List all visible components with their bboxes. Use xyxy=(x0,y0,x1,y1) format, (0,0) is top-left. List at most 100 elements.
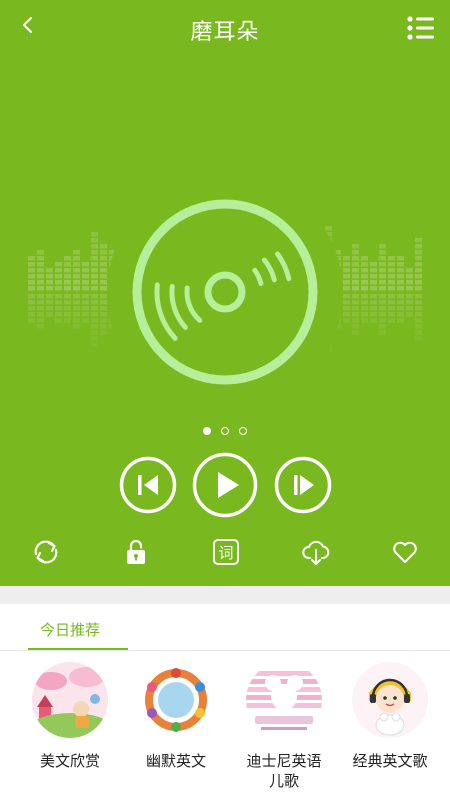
equalizer-segment xyxy=(415,250,422,255)
skip-previous-icon xyxy=(119,456,177,514)
equalizer-reflection-segment xyxy=(91,294,98,299)
equalizer-segment xyxy=(415,256,422,261)
equalizer-reflection-segment xyxy=(100,306,107,311)
equalizer-segment xyxy=(46,274,53,279)
recommendation-list: 美文欣赏 幽默英文 迪士尼英语儿歌 经典英文歌 xyxy=(0,651,450,800)
equalizer-reflection-segment xyxy=(82,300,89,305)
equalizer-segment xyxy=(91,244,98,249)
play-icon xyxy=(192,452,258,518)
equalizer-reflection-segment xyxy=(415,294,422,299)
equalizer-reflection-segment xyxy=(64,312,71,317)
pager-dot-2[interactable] xyxy=(221,427,229,435)
pager-dot-1[interactable] xyxy=(203,427,211,435)
equalizer-reflection-segment xyxy=(100,294,107,299)
equalizer-reflection-segment xyxy=(82,294,89,299)
equalizer-segment xyxy=(64,280,71,285)
equalizer-reflection-segment xyxy=(46,300,53,305)
equalizer-segment xyxy=(37,250,44,255)
action-bar: 词 xyxy=(0,534,450,570)
equalizer-reflection-segment xyxy=(73,306,80,311)
equalizer-segment xyxy=(55,280,62,285)
recommendation-label: 幽默英文 xyxy=(145,752,206,770)
recommendation-item[interactable]: 迪士尼英语儿歌 xyxy=(229,661,339,791)
heart-icon xyxy=(393,541,417,563)
equalizer-segment xyxy=(379,274,386,279)
page-title: 磨耳朵 xyxy=(190,20,260,45)
equalizer-segment xyxy=(343,280,350,285)
equalizer-reflection-segment xyxy=(352,330,359,335)
equalizer-segment xyxy=(37,280,44,285)
equalizer-reflection-segment xyxy=(388,306,395,311)
album-cover-image xyxy=(246,662,322,738)
equalizer-segment xyxy=(352,262,359,267)
previous-button[interactable] xyxy=(119,456,177,514)
equalizer-reflection-segment xyxy=(352,300,359,305)
equalizer-reflection-segment xyxy=(397,306,404,311)
equalizer-reflection-segment xyxy=(379,318,386,323)
lyrics-label: 词 xyxy=(218,544,233,562)
equalizer-reflection-segment xyxy=(91,342,98,347)
equalizer-reflection-segment xyxy=(37,306,44,311)
equalizer-reflection-segment xyxy=(379,300,386,305)
pager-dot-3[interactable] xyxy=(239,427,247,435)
tab-today-recommend[interactable]: 今日推荐 xyxy=(40,619,100,640)
equalizer-segment xyxy=(28,256,35,261)
equalizer-segment xyxy=(100,274,107,279)
equalizer-reflection-segment xyxy=(415,300,422,305)
equalizer-segment xyxy=(352,250,359,255)
equalizer-segment xyxy=(361,280,368,285)
equalizer-segment xyxy=(415,244,422,249)
recommendation-item[interactable]: 美文欣赏 xyxy=(15,661,125,771)
play-button[interactable] xyxy=(192,452,258,518)
equalizer-reflection-segment xyxy=(352,318,359,323)
equalizer-segment xyxy=(82,274,89,279)
equalizer-segment xyxy=(91,250,98,255)
equalizer-segment xyxy=(64,274,71,279)
equalizer-reflection-segment xyxy=(379,294,386,299)
equalizer-reflection-segment xyxy=(379,312,386,317)
equalizer-segment xyxy=(361,286,368,291)
equalizer-reflection-segment xyxy=(388,312,395,317)
equalizer-segment xyxy=(82,268,89,273)
equalizer-segment xyxy=(37,268,44,273)
equalizer-segment xyxy=(37,286,44,291)
equalizer-segment xyxy=(415,262,422,267)
next-button[interactable] xyxy=(274,456,332,514)
download-button[interactable] xyxy=(301,537,331,567)
lock-button[interactable] xyxy=(121,537,151,567)
equalizer-segment xyxy=(343,256,350,261)
equalizer-reflection-segment xyxy=(73,324,80,329)
equalizer-segment xyxy=(343,286,350,291)
lyrics-button[interactable]: 词 xyxy=(211,537,241,567)
favorite-button[interactable] xyxy=(390,537,420,567)
equalizer-reflection-segment xyxy=(82,312,89,317)
equalizer-segment xyxy=(64,256,71,261)
equalizer-reflection-segment xyxy=(370,294,377,299)
playlist-menu-button[interactable] xyxy=(406,14,436,44)
equalizer-reflection-segment xyxy=(370,312,377,317)
equalizer-segment xyxy=(73,250,80,255)
equalizer-segment xyxy=(37,256,44,261)
tab-indicator xyxy=(28,648,128,650)
equalizer-segment xyxy=(388,280,395,285)
equalizer-segment xyxy=(388,262,395,267)
equalizer-segment xyxy=(28,262,35,267)
equalizer-reflection-segment xyxy=(397,312,404,317)
equalizer-reflection-segment xyxy=(55,306,62,311)
equalizer-reflection-segment xyxy=(91,312,98,317)
equalizer-segment xyxy=(352,268,359,273)
recommendation-label: 迪士尼英语儿歌 xyxy=(246,752,322,790)
equalizer-reflection-segment xyxy=(91,330,98,335)
lock-icon xyxy=(127,539,145,564)
equalizer-segment xyxy=(91,286,98,291)
equalizer-reflection-segment xyxy=(37,318,44,323)
album-cover-image xyxy=(138,662,214,738)
equalizer-segment xyxy=(64,268,71,273)
equalizer-segment xyxy=(46,286,53,291)
equalizer-reflection-segment xyxy=(343,294,350,299)
recommendation-item[interactable]: 经典英文歌 xyxy=(335,661,445,771)
recommendation-item[interactable]: 幽默英文 xyxy=(121,661,231,771)
equalizer-segment xyxy=(46,280,53,285)
repeat-button[interactable] xyxy=(31,537,61,567)
equalizer-reflection-segment xyxy=(415,324,422,329)
